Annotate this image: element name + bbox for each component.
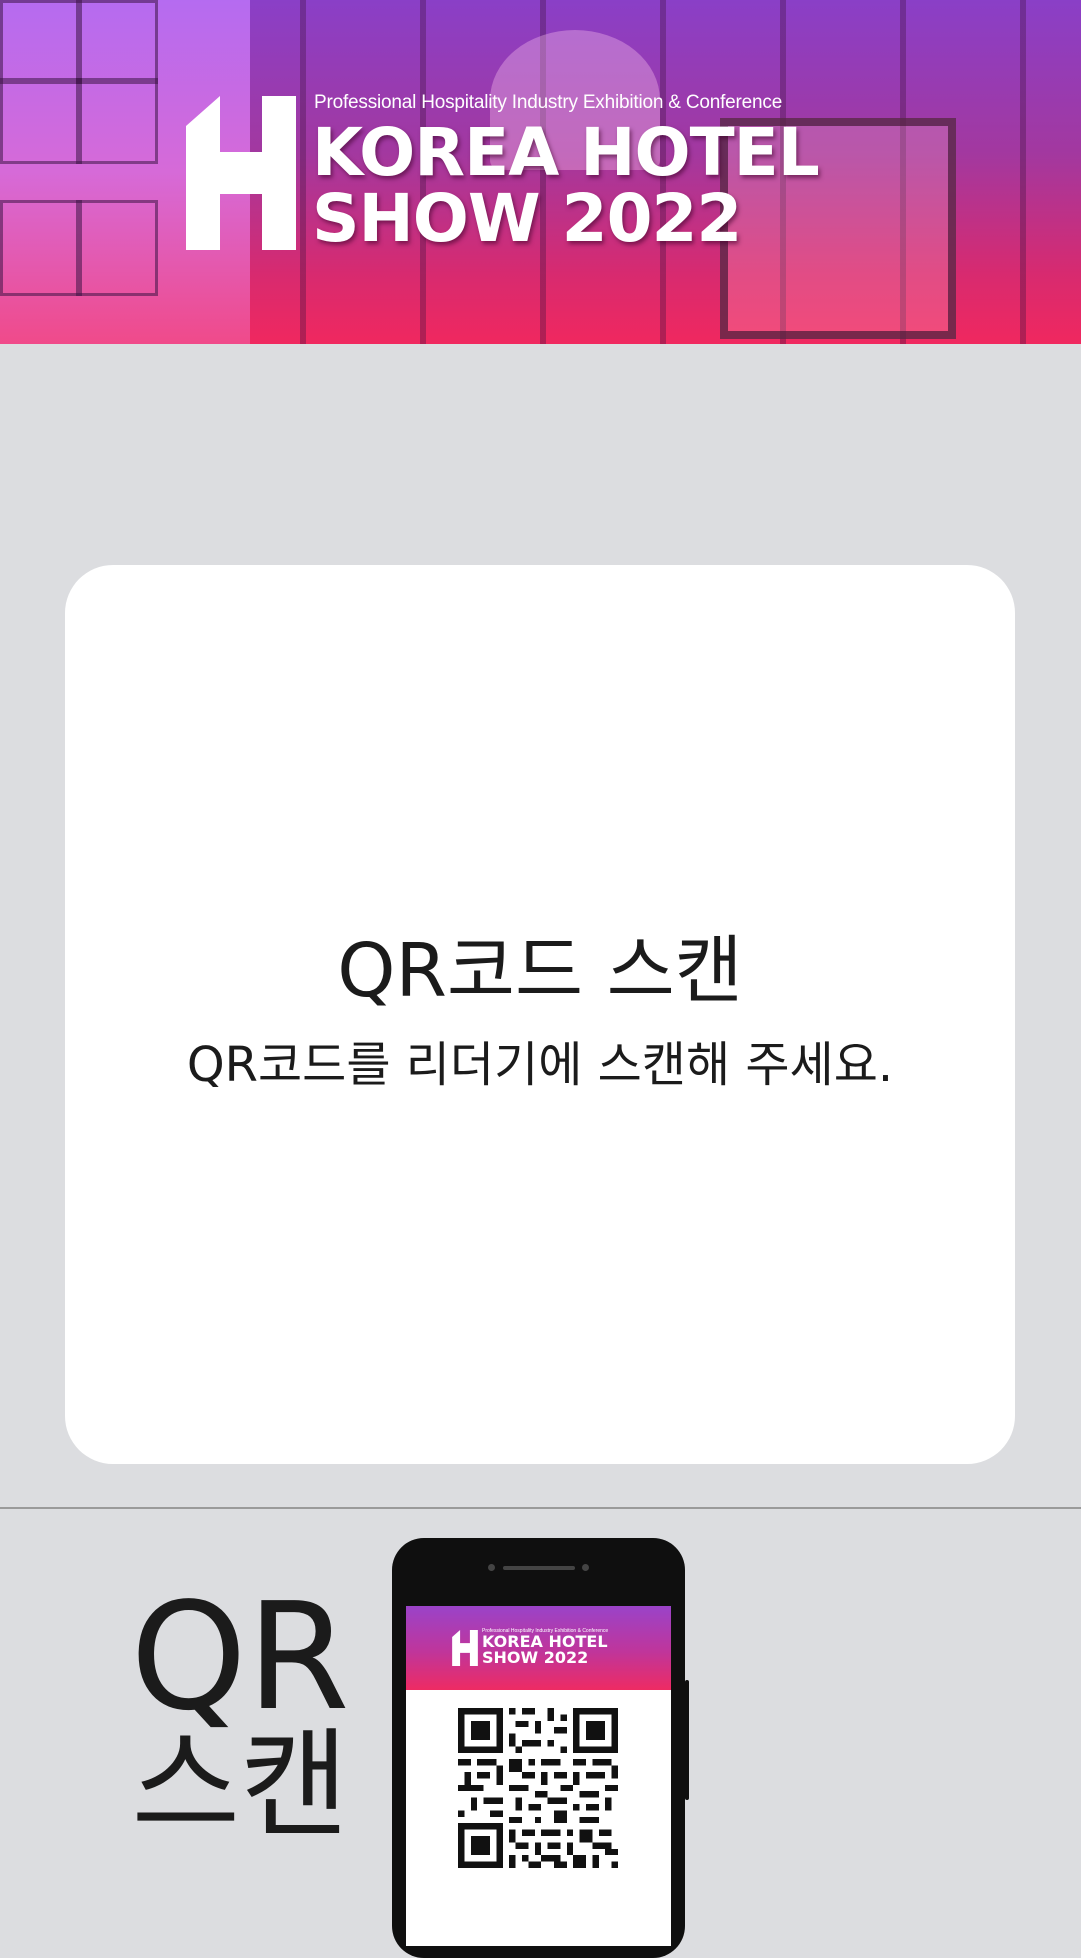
header-banner: Professional Hospitality Industry Exhibi… xyxy=(0,0,1081,344)
phone-banner: Professional Hospitality Industry Exhibi… xyxy=(406,1606,671,1690)
qr-label-line2: 스캔 xyxy=(131,1716,349,1854)
qr-code-icon xyxy=(458,1708,618,1868)
phone-speaker xyxy=(503,1566,575,1570)
phone-logo-h-icon xyxy=(452,1630,478,1666)
logo-title-line2: SHOW 2022 xyxy=(312,180,742,257)
phone-sensor-icon xyxy=(582,1564,589,1571)
phone-illustration: Professional Hospitality Industry Exhibi… xyxy=(392,1538,685,1958)
logo-tagline: Professional Hospitality Industry Exhibi… xyxy=(314,92,783,113)
card-title: QR코드 스캔 xyxy=(337,928,743,1014)
phone-side-button xyxy=(685,1680,689,1800)
phone-screen: Professional Hospitality Industry Exhibi… xyxy=(406,1606,671,1946)
qr-label-line1: QR xyxy=(130,1571,350,1743)
instruction-card: QR코드 스캔 QR코드를 리더기에 스캔해 주세요. xyxy=(65,565,1015,1464)
card-subtitle: QR코드를 리더기에 스캔해 주세요. xyxy=(186,1037,894,1093)
section-divider xyxy=(0,1507,1081,1509)
phone-camera-icon xyxy=(488,1564,495,1571)
logo-title-line1: KOREA HOTEL xyxy=(312,114,820,191)
phone-logo-line2: SHOW 2022 xyxy=(482,1648,589,1667)
logo-h-icon xyxy=(186,96,296,250)
